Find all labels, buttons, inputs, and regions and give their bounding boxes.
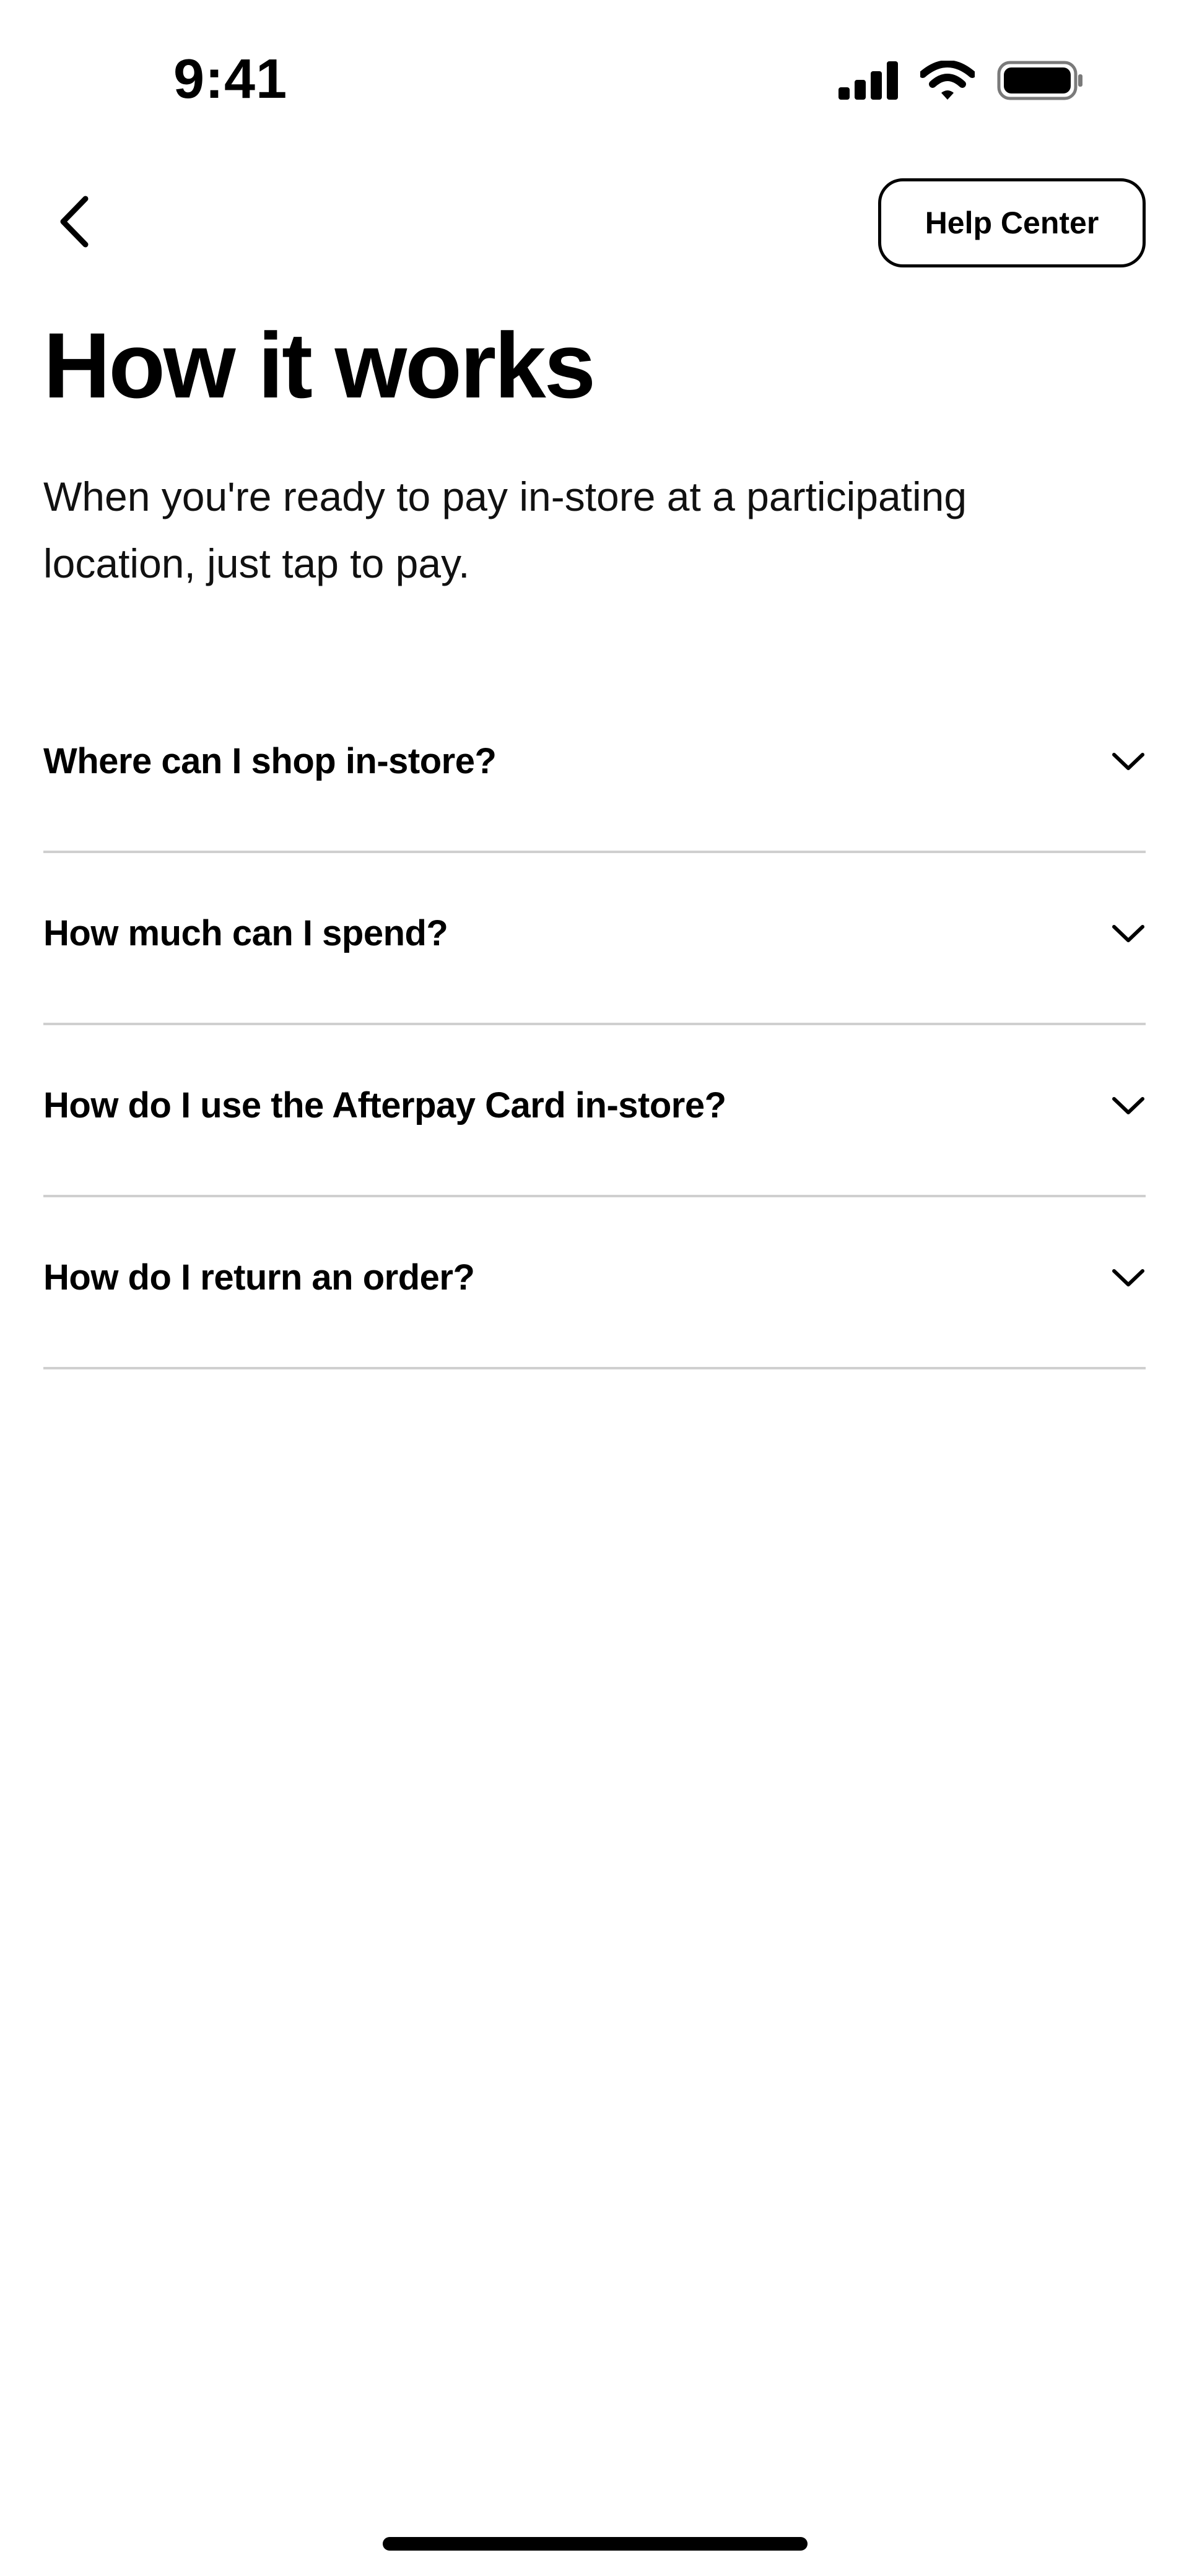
status-bar: 9:41	[0, 0, 1189, 149]
page-title: How it works	[43, 313, 596, 417]
faq-list: Where can I shop in-store? How much can …	[43, 681, 1146, 1369]
chevron-down-icon	[1111, 921, 1146, 946]
home-indicator[interactable]	[383, 2537, 808, 2551]
nav-row: Help Center	[0, 173, 1189, 272]
faq-question: How much can I spend?	[43, 913, 448, 953]
chevron-down-icon	[1111, 749, 1146, 774]
battery-icon	[997, 61, 1084, 103]
page-description: When you're ready to pay in-store at a p…	[43, 474, 967, 586]
faq-question: How do I use the Afterpay Card in-store?	[43, 1085, 726, 1125]
faq-item-where-shop[interactable]: Where can I shop in-store?	[43, 681, 1146, 853]
cellular-signal-icon	[838, 61, 898, 103]
back-button[interactable]	[43, 192, 105, 254]
chevron-left-icon	[56, 194, 93, 253]
faq-item-use-card-in-store[interactable]: How do I use the Afterpay Card in-store?	[43, 1025, 1146, 1197]
help-center-button[interactable]: Help Center	[878, 178, 1146, 267]
chevron-down-icon	[1111, 1265, 1146, 1290]
faq-item-return-order[interactable]: How do I return an order?	[43, 1197, 1146, 1369]
chevron-down-icon	[1111, 1093, 1146, 1118]
status-icons	[838, 57, 1084, 106]
status-time: 9:41	[173, 48, 288, 110]
wifi-icon	[919, 59, 976, 103]
faq-question: Where can I shop in-store?	[43, 741, 497, 781]
faq-question: How do I return an order?	[43, 1257, 475, 1298]
faq-item-how-much-spend[interactable]: How much can I spend?	[43, 853, 1146, 1025]
